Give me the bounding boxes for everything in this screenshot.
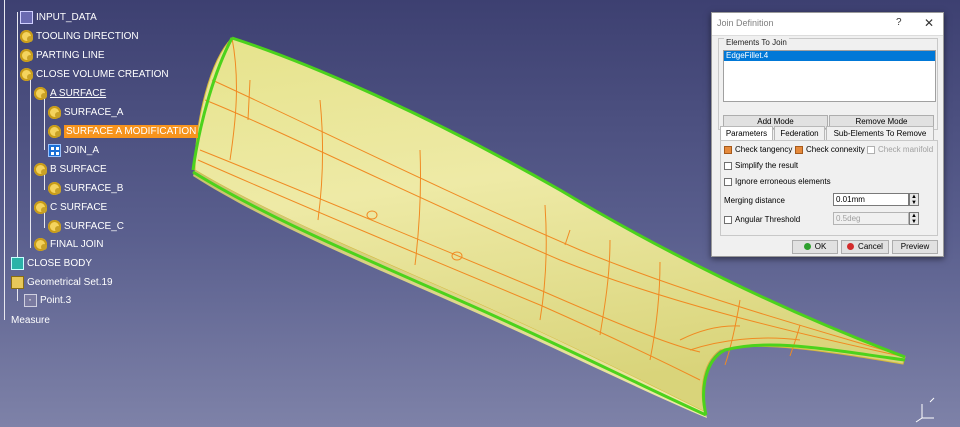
gear-icon [34,86,47,100]
simplify-result-label: Simplify the result [735,161,799,170]
elements-to-join-group: Elements To Join EdgeFillet.4 Add Mode R… [718,38,938,130]
ok-button[interactable]: OK [792,240,838,254]
tree-node-join-a[interactable]: JOIN_A [48,142,99,158]
dialog-title: Join Definition [717,18,774,28]
ok-icon [803,243,811,251]
help-button[interactable]: ? [896,17,902,28]
angular-threshold-label: Angular Threshold [735,215,801,224]
tab-bar: Parameters Federation Sub-Elements To Re… [720,126,938,140]
check-tangency-label: Check tangency [735,145,793,154]
list-item[interactable]: EdgeFillet.4 [724,51,935,61]
angular-threshold-spinner[interactable]: ▲ ▼ [909,212,919,225]
tree-node-close-volume-creation[interactable]: CLOSE VOLUME CREATION [20,66,169,82]
tree-node-label: Measure [11,314,50,326]
cancel-icon [847,243,855,251]
tree-node-close-body[interactable]: CLOSE BODY [11,255,92,271]
tree-node-label: SURFACE_A [64,106,124,118]
check-tangency-checkbox[interactable]: Check tangency [724,145,792,154]
cancel-label: Cancel [858,242,883,251]
dialog-titlebar[interactable]: Join Definition ? ✕ [712,13,943,36]
checkbox-unchecked-icon [724,161,732,170]
axis-compass-icon[interactable] [912,396,940,424]
merging-distance-spinner[interactable]: ▲ ▼ [909,193,919,206]
gear-icon [20,67,33,81]
tree-node-final-join[interactable]: FINAL JOIN [34,236,104,252]
tree-node-surface-c[interactable]: SURFACE_C [48,218,124,234]
tree-node-geometrical-set[interactable]: Geometrical Set.19 [11,274,113,290]
ok-label: OK [814,242,827,251]
check-connexity-label: Check connexity [806,145,865,154]
tree-node-label: JOIN_A [64,144,100,156]
gear-icon [34,162,47,176]
gear-icon [48,124,61,138]
cancel-button[interactable]: Cancel [841,240,889,254]
tree-node-surface-a-modification[interactable]: SURFACE A MODIFICATION [48,123,199,139]
simplify-result-checkbox[interactable]: Simplify the result [724,161,798,170]
checkbox-unchecked-icon [867,145,875,154]
tree-node-tooling-direction[interactable]: TOOLING DIRECTION [20,28,139,44]
point-icon [24,292,37,307]
tree-node-label: TOOLING DIRECTION [36,30,139,42]
tree-node-label: CLOSE VOLUME CREATION [36,68,169,80]
tree-node-surface-a[interactable]: SURFACE_A [48,104,123,120]
angular-threshold-input[interactable]: 0.5deg [833,212,909,225]
tree-node-surface-b[interactable]: SURFACE_B [48,180,123,196]
merging-distance-input[interactable]: 0.01mm [833,193,909,206]
check-manifold-label: Check manifold [878,145,934,154]
gear-icon [48,181,61,195]
tree-node-parting-line[interactable]: PARTING LINE [20,47,105,63]
angular-threshold-checkbox[interactable]: Angular Threshold [724,215,800,224]
specification-tree: INPUT_DATA TOOLING DIRECTION PARTING LIN… [0,0,200,340]
input-data-icon [20,10,33,24]
tree-node-label: A SURFACE [50,87,107,99]
tab-sub-elements-to-remove[interactable]: Sub-Elements To Remove [826,126,934,140]
checkbox-checked-icon [724,145,732,154]
gear-icon [48,105,61,119]
ignore-erroneous-label: Ignore erroneous elements [735,177,831,186]
tree-node-label: SURFACE_B [64,182,124,194]
gear-icon [20,48,33,62]
gear-icon [20,29,33,43]
check-connexity-checkbox[interactable]: Check connexity [795,145,865,154]
measure-icon [0,314,8,327]
preview-button[interactable]: Preview [892,240,938,254]
tab-parameters[interactable]: Parameters [720,126,773,140]
checkbox-unchecked-icon [724,215,732,224]
join-icon [48,143,61,157]
join-definition-dialog: Join Definition ? ✕ Elements To Join Edg… [711,12,944,257]
geometrical-set-icon [11,275,24,289]
checkbox-unchecked-icon [724,177,732,186]
tree-node-b-surface[interactable]: B SURFACE [34,161,107,177]
tree-node-label-selected: SURFACE A MODIFICATION [64,124,199,138]
gear-icon [34,200,47,214]
body-icon [11,256,24,270]
tree-node-label: SURFACE_C [64,220,125,232]
gear-icon [48,219,61,233]
tree-node-label: PARTING LINE [36,49,105,61]
tab-federation[interactable]: Federation [774,126,825,140]
elements-to-join-label: Elements To Join [724,38,789,47]
ignore-erroneous-checkbox[interactable]: Ignore erroneous elements [724,177,831,186]
merging-distance-label: Merging distance [724,196,785,205]
tree-node-label: INPUT_DATA [36,11,97,23]
elements-to-join-list[interactable]: EdgeFillet.4 [723,50,936,102]
tree-node-label: C SURFACE [50,201,108,213]
tree-node-input-data[interactable]: INPUT_DATA [20,9,97,25]
checkbox-checked-icon [795,145,803,154]
tree-node-c-surface[interactable]: C SURFACE [34,199,107,215]
tree-node-measure[interactable]: Measure [0,312,50,328]
gear-icon [34,237,47,251]
tree-node-label: B SURFACE [50,163,107,175]
parameters-panel: Check tangency Check connexity Check man… [720,140,938,236]
close-button[interactable]: ✕ [924,16,934,30]
tree-node-label: CLOSE BODY [27,257,93,269]
tree-node-point[interactable]: Point.3 [24,292,71,308]
tree-node-label: FINAL JOIN [50,238,104,250]
check-manifold-checkbox[interactable]: Check manifold [867,145,933,154]
tree-node-label: Point.3 [40,294,72,306]
tree-node-label: Geometrical Set.19 [27,276,113,288]
tree-node-a-surface[interactable]: A SURFACE [34,85,106,101]
